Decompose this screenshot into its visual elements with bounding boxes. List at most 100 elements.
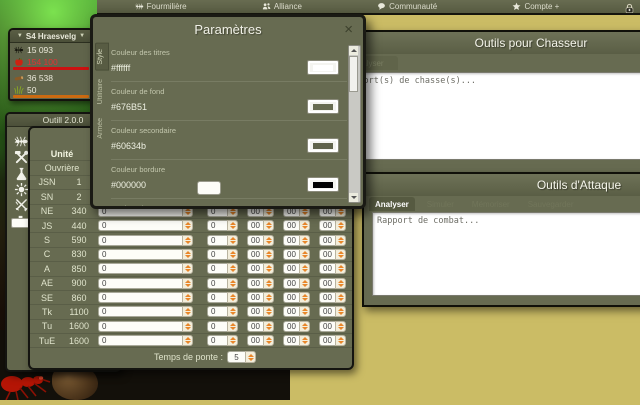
unit-count-input[interactable] — [319, 321, 335, 332]
unit-count-input[interactable] — [283, 292, 299, 303]
spinner-up-icon[interactable] — [266, 280, 272, 283]
spinner-up-icon[interactable] — [230, 323, 236, 326]
spinner-buttons[interactable] — [245, 351, 256, 363]
spinner-down-icon[interactable] — [302, 312, 308, 315]
spinner-down-icon[interactable] — [266, 269, 272, 272]
spinner-buttons[interactable] — [227, 263, 238, 274]
unit-count-input[interactable] — [247, 249, 263, 260]
unit-count-input[interactable] — [207, 263, 227, 274]
menu-item-communaut[interactable]: Communauté — [377, 2, 437, 11]
unit-count-input[interactable] — [319, 335, 335, 346]
spinner-buttons[interactable] — [263, 263, 274, 274]
dialog-tab-utilitaire[interactable]: Utilitaire — [95, 73, 109, 110]
spinner-up-icon[interactable] — [230, 251, 236, 254]
spinner-down-icon[interactable] — [266, 341, 272, 344]
spinner-buttons[interactable] — [335, 235, 346, 246]
chevron-down-icon[interactable]: ▼ — [79, 33, 85, 39]
spinner-buttons[interactable] — [263, 249, 274, 260]
spinner-up-icon[interactable] — [338, 323, 344, 326]
unit-count-input[interactable] — [283, 220, 299, 231]
spinner-down-icon[interactable] — [185, 341, 191, 344]
spinner-up-icon[interactable] — [230, 222, 236, 225]
unit-count-input[interactable] — [98, 335, 182, 346]
spinner-buttons[interactable] — [182, 235, 193, 246]
scrollbar[interactable] — [348, 45, 361, 203]
unit-count-input[interactable] — [207, 335, 227, 346]
spinner-buttons[interactable] — [335, 220, 346, 231]
spinner-up-icon[interactable] — [185, 280, 191, 283]
menu-item-alliance[interactable]: Alliance — [262, 2, 302, 11]
spinner-buttons[interactable] — [299, 220, 310, 231]
spinner-down-icon[interactable] — [302, 327, 308, 330]
spinner-buttons[interactable] — [299, 306, 310, 317]
unit-count-input[interactable] — [247, 263, 263, 274]
spinner-up-icon[interactable] — [338, 337, 344, 340]
spinner-buttons[interactable] — [335, 335, 346, 346]
spinner-down-icon[interactable] — [338, 327, 344, 330]
spinner-down-icon[interactable] — [185, 269, 191, 272]
spinner-up-icon[interactable] — [266, 337, 272, 340]
close-icon[interactable]: × — [344, 21, 353, 38]
combat-report-textarea[interactable]: Rapport de combat... — [372, 212, 640, 296]
spinner-up-icon[interactable] — [338, 265, 344, 268]
spinner-buttons[interactable] — [299, 292, 310, 303]
unit-count-input[interactable] — [319, 278, 335, 289]
spinner-down-icon[interactable] — [302, 341, 308, 344]
spinner-buttons[interactable] — [227, 278, 238, 289]
ant-icon[interactable] — [14, 134, 29, 149]
spinner-up-icon[interactable] — [266, 323, 272, 326]
unit-count-input[interactable] — [283, 249, 299, 260]
spinner-down-icon[interactable] — [338, 284, 344, 287]
spinner-up-icon[interactable] — [302, 280, 308, 283]
spinner-buttons[interactable] — [227, 220, 238, 231]
unit-count-input[interactable] — [247, 292, 263, 303]
unit-count-input[interactable] — [319, 249, 335, 260]
spinner-buttons[interactable] — [182, 321, 193, 332]
spinner-down-icon[interactable] — [338, 241, 344, 244]
spinner-buttons[interactable] — [182, 220, 193, 231]
chevron-down-icon[interactable]: ▼ — [17, 33, 23, 39]
spinner-down-icon[interactable] — [338, 298, 344, 301]
spinner-up-icon[interactable] — [338, 251, 344, 254]
unit-count-input[interactable] — [98, 235, 182, 246]
spinner-buttons[interactable] — [299, 335, 310, 346]
unit-count-input[interactable] — [283, 278, 299, 289]
spinner-down-icon[interactable] — [230, 284, 236, 287]
spinner-buttons[interactable] — [263, 278, 274, 289]
unit-count-input[interactable] — [207, 249, 227, 260]
spinner-buttons[interactable] — [335, 263, 346, 274]
unit-count-input[interactable] — [207, 321, 227, 332]
temps-de-ponte-input[interactable] — [227, 351, 245, 363]
spinner-down-icon[interactable] — [302, 226, 308, 229]
spinner-down-icon[interactable] — [302, 241, 308, 244]
spinner-down-icon[interactable] — [230, 298, 236, 301]
spinner-down-icon[interactable] — [302, 298, 308, 301]
spinner-buttons[interactable] — [227, 292, 238, 303]
spinner-down-icon[interactable] — [230, 269, 236, 272]
spinner-buttons[interactable] — [227, 306, 238, 317]
spinner-up-icon[interactable] — [185, 222, 191, 225]
spinner-down-icon[interactable] — [266, 226, 272, 229]
spinner-up-icon[interactable] — [185, 265, 191, 268]
spinner-buttons[interactable] — [263, 335, 274, 346]
spinner-up-icon[interactable] — [338, 222, 344, 225]
spinner-down-icon[interactable] — [230, 327, 236, 330]
player-panel-header[interactable]: ▼ S4 Hraesvelg ▼ — [10, 30, 92, 43]
spinner-buttons[interactable] — [299, 321, 310, 332]
unit-count-input[interactable] — [319, 306, 335, 317]
spinner-up-icon[interactable] — [302, 222, 308, 225]
spinner-up-icon[interactable] — [185, 294, 191, 297]
spinner-down-icon[interactable] — [185, 312, 191, 315]
swords-icon[interactable] — [14, 198, 29, 213]
spinner-down-icon[interactable] — [230, 341, 236, 344]
scrollbar-thumb[interactable] — [349, 56, 358, 92]
unit-count-input[interactable] — [283, 335, 299, 346]
spinner-up-icon[interactable] — [266, 265, 272, 268]
spinner-buttons[interactable] — [227, 335, 238, 346]
spinner-buttons[interactable] — [335, 306, 346, 317]
color-swatch-button[interactable] — [307, 177, 339, 192]
unit-count-input[interactable] — [98, 249, 182, 260]
unit-count-input[interactable] — [247, 335, 263, 346]
spinner-down-icon[interactable] — [338, 212, 344, 215]
unit-count-input[interactable] — [207, 292, 227, 303]
